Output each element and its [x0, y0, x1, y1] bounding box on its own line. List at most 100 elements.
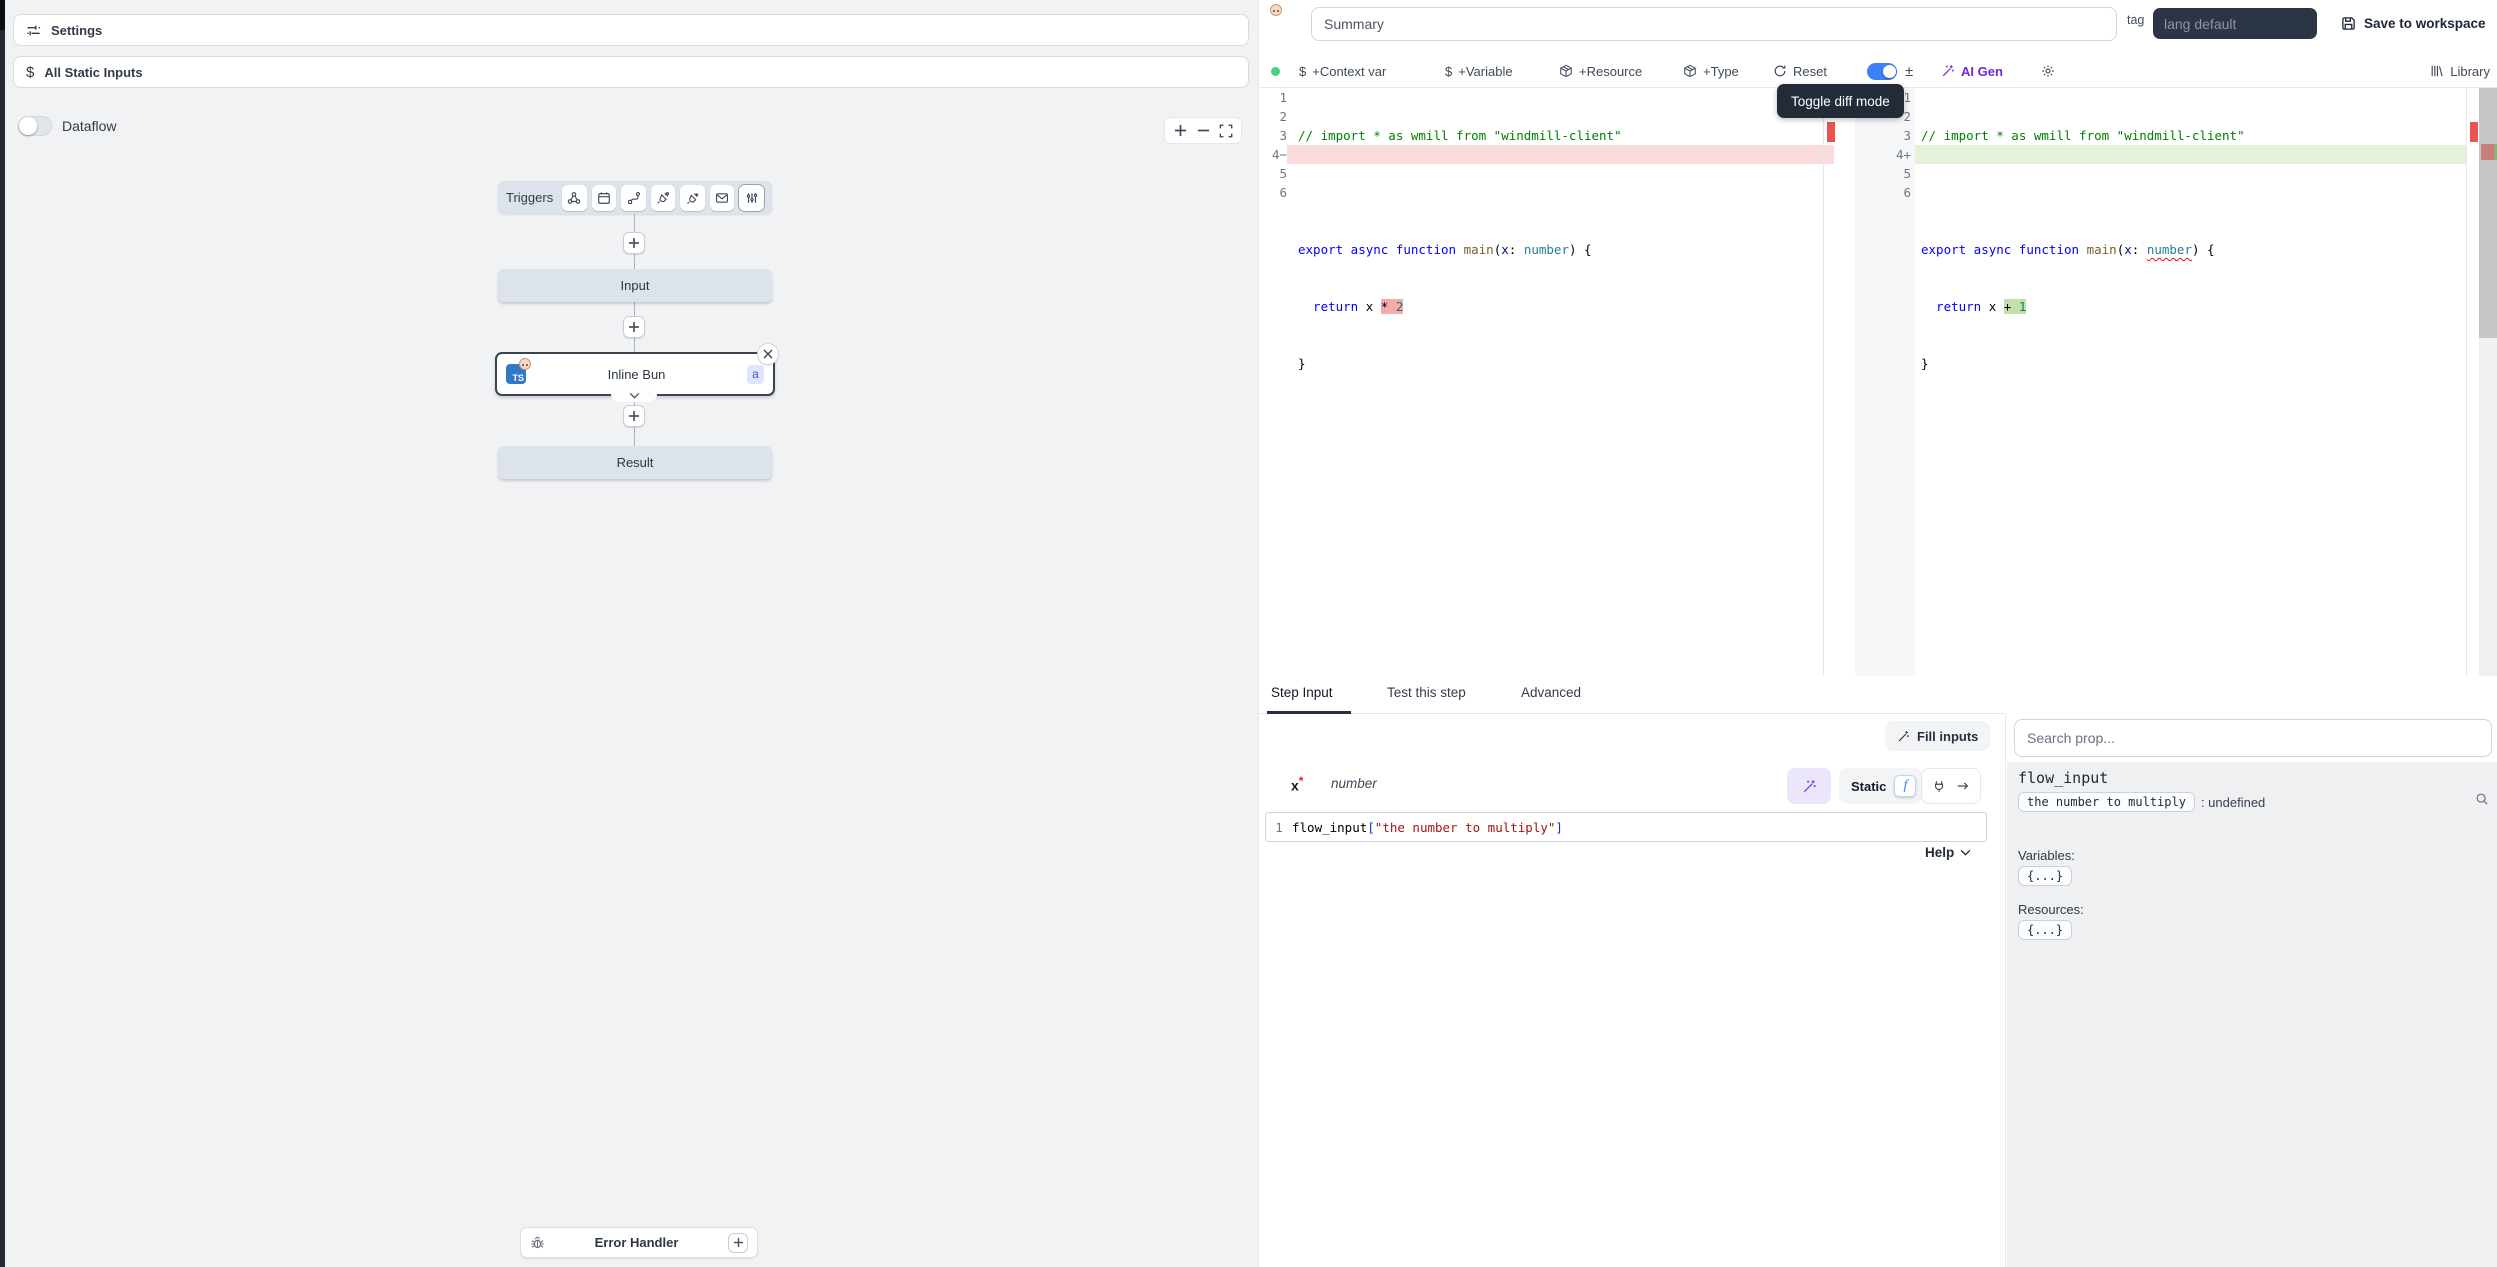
modified-code-pane[interactable]: // import * as wmill from "windmill-clie… [1921, 88, 2245, 468]
diff-mode-controls: ± [1867, 55, 1913, 87]
all-static-inputs-button[interactable]: $ All Static Inputs [13, 56, 1249, 88]
arrow-right-icon [1956, 779, 1970, 793]
add-resource-label: +Resource [1579, 64, 1642, 79]
refresh-icon [1773, 64, 1787, 78]
editor-settings-button[interactable] [2041, 55, 2055, 87]
sliders-icon [26, 23, 41, 38]
websocket-trigger-icon[interactable] [651, 185, 676, 211]
result-node-label: Result [617, 455, 654, 470]
reset-label: Reset [1793, 64, 1827, 79]
input-node-label: Input [621, 278, 650, 293]
add-step-button-middle[interactable] [623, 316, 645, 338]
add-variable-label: +Variable [1458, 64, 1512, 79]
chevron-down-icon [1960, 849, 1971, 856]
help-dropdown[interactable]: Help [1925, 845, 1971, 860]
flow-settings-label: Settings [51, 23, 102, 38]
step-expand-chevron[interactable] [611, 389, 657, 402]
step-tabs: Step Input Test this step Advanced [1259, 676, 2005, 714]
magic-wand-icon [1941, 64, 1955, 78]
summary-input[interactable] [1311, 7, 2117, 41]
search-prop-input[interactable] [2014, 719, 2492, 757]
input-expression-editor[interactable]: 1 flow_input["the number to multiply"] [1265, 812, 1987, 842]
tab-step-input[interactable]: Step Input [1271, 685, 1333, 700]
resources-object-chip[interactable]: {...} [2018, 920, 2072, 940]
save-to-workspace-label: Save to workspace [2364, 16, 2486, 31]
variables-object-chip[interactable]: {...} [2018, 866, 2072, 886]
flow-input-field-row: the number to multiply : undefined [2018, 792, 2265, 812]
triggers-label: Triggers [506, 190, 553, 205]
right-pane-divider [2466, 88, 2467, 676]
dataflow-toggle[interactable] [18, 116, 52, 136]
status-dot-icon [1271, 67, 1280, 76]
ai-gen-button[interactable]: AI Gen [1941, 55, 2003, 87]
add-step-button-top[interactable] [623, 232, 645, 254]
ai-gen-label: AI Gen [1961, 64, 2003, 79]
left-overview-removed-mark [1827, 122, 1835, 142]
zoom-in-button[interactable] [1173, 123, 1188, 138]
add-variable-button[interactable]: $ +Variable [1445, 55, 1513, 87]
connect-input-controls[interactable] [1921, 768, 1981, 804]
function-mode-icon[interactable]: f [1894, 775, 1916, 797]
flow-settings-button[interactable]: Settings [13, 14, 1249, 46]
prop-chip[interactable]: the number to multiply [2018, 792, 2195, 812]
dataflow-row: Dataflow [18, 116, 116, 136]
fullscreen-button[interactable] [1219, 124, 1233, 138]
package-icon [1683, 64, 1697, 78]
plus-minus-icon[interactable]: ± [1905, 63, 1913, 80]
all-static-inputs-label: All Static Inputs [44, 65, 142, 80]
field-type-label: number [1331, 776, 1377, 791]
add-resource-button[interactable]: +Resource [1559, 55, 1642, 87]
flow-node-result[interactable]: Result [498, 446, 772, 479]
package-icon [1559, 64, 1573, 78]
diff-mode-toggle[interactable] [1867, 63, 1897, 80]
bug-icon [530, 1235, 545, 1250]
search-icon[interactable] [2475, 792, 2489, 806]
library-button[interactable]: Library [2430, 55, 2490, 87]
schedule-trigger-icon[interactable] [592, 185, 617, 211]
static-mode-toggle[interactable]: Static f [1839, 768, 1922, 804]
tab-advanced[interactable]: Advanced [1521, 685, 1581, 700]
plug-icon [1932, 779, 1946, 793]
editor-scrollbar-thumb[interactable] [2479, 88, 2497, 338]
save-to-workspace-button[interactable]: Save to workspace [2341, 10, 2486, 36]
zoom-out-button[interactable] [1196, 123, 1211, 138]
gear-icon [2041, 64, 2055, 78]
bun-logo-icon [1270, 4, 1282, 16]
reset-button[interactable]: Reset [1773, 55, 1827, 87]
prop-value: : undefined [2201, 795, 2265, 810]
webhook-trigger-icon[interactable] [562, 185, 587, 211]
route-trigger-icon[interactable] [621, 185, 646, 211]
dollar-icon: $ [1299, 64, 1306, 79]
triggers-bar: Triggers [498, 181, 772, 214]
add-step-button-bottom[interactable] [623, 405, 645, 427]
error-handler-label: Error Handler [553, 1235, 720, 1250]
resources-label: Resources: [2018, 902, 2084, 917]
variables-label: Variables: [2018, 848, 2075, 863]
email-trigger-icon[interactable] [710, 185, 735, 211]
remove-step-button[interactable] [757, 343, 779, 365]
save-icon [2341, 16, 2356, 31]
flow-node-input[interactable]: Input [498, 269, 772, 302]
custom-trigger-icon[interactable] [680, 185, 705, 211]
original-code-pane[interactable]: // import * as wmill from "windmill-clie… [1298, 88, 1622, 468]
fill-inputs-button[interactable]: Fill inputs [1885, 721, 1990, 751]
flow-input-prop[interactable]: flow_input [2018, 769, 2108, 787]
bun-logo-icon [519, 358, 531, 370]
step-title: Inline Bun [526, 367, 747, 382]
add-type-label: +Type [1703, 64, 1739, 79]
graph-zoom-controls [1164, 117, 1242, 144]
add-error-handler-button[interactable] [728, 1233, 748, 1253]
tab-test-this-step[interactable]: Test this step [1387, 685, 1466, 700]
add-context-var-button[interactable]: $ +Context var [1299, 55, 1386, 87]
scheduled-poll-trigger-icon[interactable] [739, 185, 764, 211]
required-mark: * [1299, 774, 1304, 788]
ai-fill-field-button[interactable] [1787, 768, 1831, 804]
left-line-numbers: 12 34− 56 [1259, 88, 1287, 202]
magic-wand-icon [1897, 730, 1910, 743]
tag-input[interactable] [2153, 8, 2317, 39]
code-diff-editor[interactable]: 12 34− 56 // import * as wmill from "win… [1259, 88, 2497, 676]
error-handler-node[interactable]: Error Handler [520, 1227, 758, 1258]
flow-props-panel: flow_input the number to multiply : unde… [2005, 714, 2497, 1267]
add-type-button[interactable]: +Type [1683, 55, 1739, 87]
prop-list: flow_input the number to multiply : unde… [2007, 762, 2497, 1267]
